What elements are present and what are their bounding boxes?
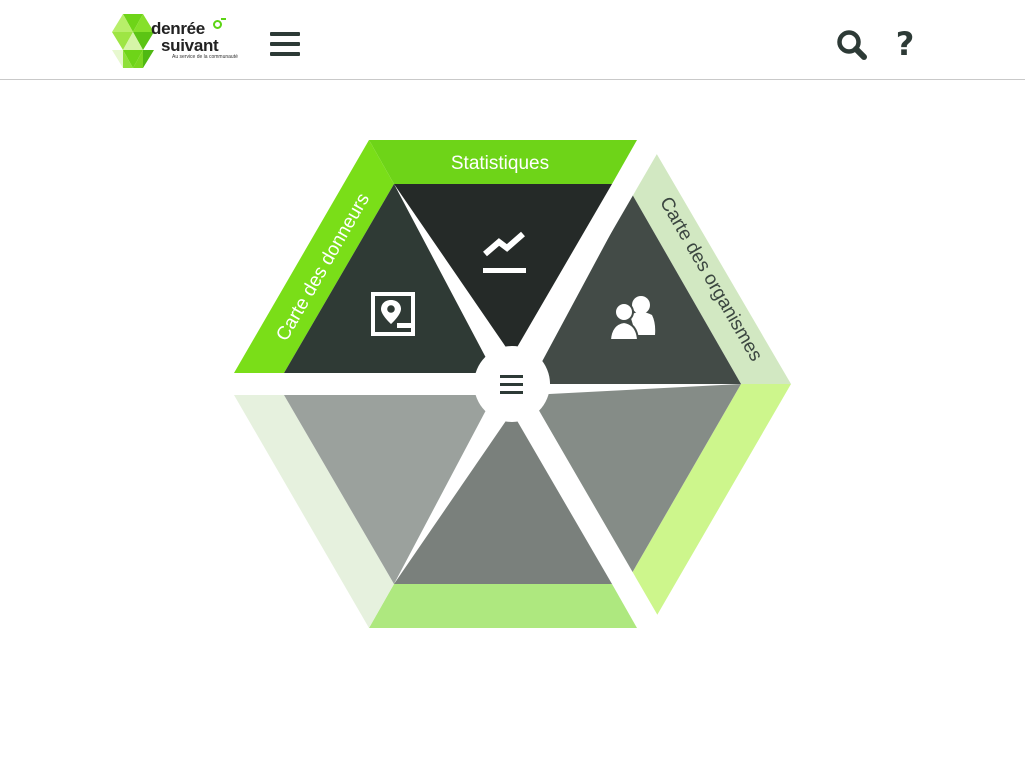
hexagon-menu: Statistiques Carte des organismes Carte … [228, 140, 791, 628]
hamburger-icon [500, 375, 523, 378]
band-bottom[interactable] [369, 584, 637, 628]
center-menu-button[interactable] [474, 346, 550, 422]
label-statistiques: Statistiques [451, 153, 549, 174]
